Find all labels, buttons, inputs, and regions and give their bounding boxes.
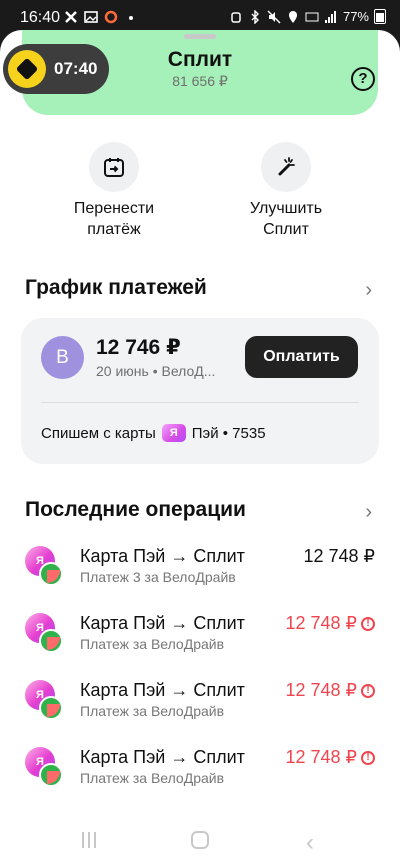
status-bar: 16:40 77% bbox=[0, 0, 400, 34]
reschedule-payment-button[interactable]: Перенести платёж bbox=[34, 142, 194, 240]
volte-icon bbox=[305, 12, 319, 21]
operation-subtitle: Платеж 3 за ВелоДрайв bbox=[80, 569, 236, 585]
reschedule-label-2: платёж bbox=[87, 221, 141, 238]
operation-icon: Я bbox=[25, 546, 65, 586]
battery-icon bbox=[374, 9, 386, 24]
close-app-icon bbox=[65, 11, 77, 23]
taxi-timer-pill[interactable]: 07:40 bbox=[3, 44, 109, 94]
operation-row[interactable]: Я Карта Пэй → Сплит Платеж за ВелоДрайв … bbox=[0, 611, 400, 671]
system-icons: 77% bbox=[229, 9, 386, 24]
reschedule-label-1: Перенести bbox=[73, 200, 155, 217]
notification-icons bbox=[64, 10, 138, 24]
operation-amount: 12 748 ₽! bbox=[285, 613, 375, 634]
operation-subtitle: Платеж за ВелоДрайв bbox=[80, 770, 225, 786]
operation-amount-text: 12 748 ₽ bbox=[285, 747, 357, 767]
calendar-icon bbox=[104, 158, 124, 177]
schedule-title[interactable]: График платежей bbox=[25, 276, 207, 300]
operation-amount-text: 12 748 ₽ bbox=[285, 680, 357, 700]
operation-title: Карта Пэй → Сплит bbox=[80, 747, 245, 767]
status-time: 16:40 bbox=[20, 9, 61, 26]
operation-amount-text: 12 748 ₽ bbox=[285, 613, 357, 633]
watermelon-icon bbox=[39, 629, 63, 653]
debit-card-line[interactable]: Спишем с карты Я Пэй • 7535 bbox=[41, 424, 266, 442]
bluetooth-icon bbox=[251, 9, 259, 24]
merchant-avatar: В bbox=[41, 336, 84, 379]
operation-subtitle: Платеж за ВелоДрайв bbox=[80, 636, 225, 652]
magic-wand-icon bbox=[278, 157, 295, 176]
payment-amount: 12 746 ₽ bbox=[96, 336, 181, 359]
location-icon bbox=[288, 10, 297, 23]
card-divider bbox=[41, 402, 359, 403]
next-payment-card[interactable]: В 12 746 ₽ 20 июнь • ВелоД... Оплатить С… bbox=[21, 318, 379, 464]
operation-amount: 12 748 ₽! bbox=[285, 680, 375, 701]
battery-percent: 77% bbox=[342, 9, 369, 24]
alarm-icon bbox=[231, 11, 241, 23]
watermelon-icon bbox=[39, 763, 63, 787]
sheet-grabber[interactable] bbox=[184, 34, 216, 39]
debit-card-prefix: Спишем с карты bbox=[41, 424, 156, 442]
operations-chevron-icon[interactable]: › bbox=[365, 501, 372, 524]
error-icon: ! bbox=[361, 616, 375, 631]
magic-wand-circle bbox=[261, 142, 311, 192]
operation-row[interactable]: Я Карта Пэй → Сплит Платеж 3 за ВелоДрай… bbox=[0, 544, 400, 604]
mute-icon bbox=[267, 10, 281, 23]
operation-icon: Я bbox=[25, 747, 65, 787]
schedule-chevron-icon[interactable]: › bbox=[365, 279, 372, 302]
operation-icon: Я bbox=[25, 680, 65, 720]
payment-date-merchant: 20 июнь • ВелоД... bbox=[96, 363, 216, 379]
recent-apps-button[interactable] bbox=[82, 832, 96, 848]
operation-title: Карта Пэй → Сплит bbox=[80, 613, 245, 633]
operation-amount: 12 748 ₽ bbox=[303, 546, 375, 567]
dot-icon bbox=[129, 16, 133, 20]
operation-icon: Я bbox=[25, 613, 65, 653]
improve-label-2: Сплит bbox=[263, 221, 309, 238]
timer-value: 07:40 bbox=[54, 59, 98, 78]
error-icon: ! bbox=[361, 750, 375, 765]
error-icon: ! bbox=[361, 683, 375, 698]
debit-card-name: Пэй • 7535 bbox=[191, 424, 266, 442]
operation-title: Карта Пэй → Сплит bbox=[80, 680, 245, 700]
operation-amount: 12 748 ₽! bbox=[285, 747, 375, 768]
operations-title[interactable]: Последние операции bbox=[25, 498, 246, 522]
signal-icon bbox=[324, 10, 336, 23]
watermelon-icon bbox=[39, 696, 63, 720]
home-button[interactable] bbox=[191, 831, 209, 849]
operation-title: Карта Пэй → Сплит bbox=[80, 546, 245, 566]
image-icon bbox=[84, 11, 98, 23]
improve-label-1: Улучшить bbox=[249, 200, 323, 217]
operation-amount-text: 12 748 ₽ bbox=[303, 546, 375, 566]
help-button[interactable]: ? bbox=[351, 67, 375, 91]
split-sheet: Сплит 81 656 ₽ ? Перенести платёж Улучши… bbox=[0, 30, 400, 867]
app-notification-icon bbox=[104, 10, 118, 24]
operation-row[interactable]: Я Карта Пэй → Сплит Платеж за ВелоДрайв … bbox=[0, 745, 400, 805]
improve-split-button[interactable]: Улучшить Сплит bbox=[206, 142, 366, 240]
back-button[interactable]: ‹ bbox=[306, 829, 314, 857]
yandex-go-logo-icon bbox=[8, 50, 46, 88]
yandex-pay-icon: Я bbox=[161, 424, 186, 442]
pay-button[interactable]: Оплатить bbox=[245, 336, 358, 378]
watermelon-icon bbox=[39, 562, 63, 586]
operation-row[interactable]: Я Карта Пэй → Сплит Платеж за ВелоДрайв … bbox=[0, 678, 400, 738]
operation-subtitle: Платеж за ВелоДрайв bbox=[80, 703, 225, 719]
calendar-arrow-icon bbox=[89, 142, 139, 192]
system-nav-bar: ‹ bbox=[0, 805, 400, 867]
